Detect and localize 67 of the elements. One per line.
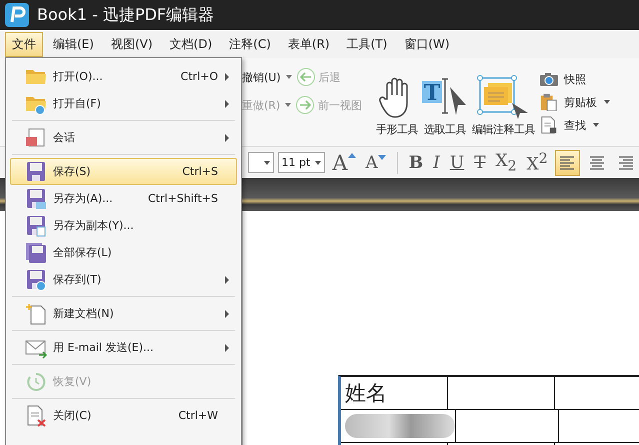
- submenu-arrow-icon: [225, 134, 229, 142]
- text-style-button[interactable]: U: [446, 152, 468, 172]
- menu-bar-item[interactable]: 窗口(W): [397, 32, 457, 56]
- window-title: Book1 - 迅捷PDF编辑器: [37, 4, 214, 26]
- text-style-button[interactable]: T: [471, 152, 489, 172]
- tool-button[interactable]: 手形工具: [376, 75, 418, 137]
- floppy-copy-icon: [25, 214, 47, 236]
- dropdown-arrow-icon: [604, 100, 610, 104]
- menu-bar-item[interactable]: 视图(V): [104, 32, 160, 56]
- dropdown-arrow-icon: [286, 75, 292, 79]
- clipboard-icon: [539, 93, 559, 111]
- submenu-arrow-icon: [225, 310, 229, 318]
- menu-bar-item[interactable]: 编辑(E): [46, 32, 101, 56]
- menu-bar-item[interactable]: 注释(C): [222, 32, 278, 56]
- ribbon-button[interactable]: 快照: [539, 70, 610, 88]
- floppy-icon: [25, 160, 47, 182]
- menu-bar-item[interactable]: 文档(D): [162, 32, 220, 56]
- menu-item[interactable]: 保存(S) Ctrl+S: [10, 158, 237, 185]
- chat-icon: [25, 126, 47, 148]
- restore-icon: [25, 370, 47, 392]
- submenu-arrow-icon: [225, 100, 229, 108]
- floppy-globe-icon: [25, 268, 47, 290]
- menu-item[interactable]: 保存到(T): [10, 266, 237, 293]
- text-style-button[interactable]: B: [406, 152, 426, 172]
- ribbon-button[interactable]: 撤销(U): [242, 70, 292, 84]
- shrink-font-button[interactable]: A: [362, 152, 389, 172]
- grow-font-button[interactable]: A: [329, 150, 359, 174]
- app-logo-icon: [5, 3, 29, 27]
- menu-item[interactable]: 另存为(A)... Ctrl+Shift+S: [10, 185, 237, 212]
- menu-item[interactable]: 新建文档(N): [10, 300, 237, 327]
- ribbon-button[interactable]: 剪贴板: [539, 93, 610, 111]
- close-doc-icon: [25, 404, 47, 426]
- menu-item[interactable]: 另存为副本(Y)...: [10, 212, 237, 239]
- align-icon: [559, 156, 576, 170]
- menu-item[interactable]: 用 E-mail 发送(E)...: [10, 334, 237, 361]
- align-icon: [618, 156, 634, 170]
- submenu-arrow-icon: [225, 72, 229, 80]
- find-icon: [539, 116, 559, 134]
- menu-item[interactable]: 全部保存(L): [10, 239, 237, 266]
- text-style-button[interactable]: I: [430, 152, 443, 172]
- text-style-button[interactable]: X$_{2}$: [492, 150, 520, 174]
- floppies-icon: [25, 242, 47, 264]
- submenu-arrow-icon: [225, 276, 229, 284]
- menu-item[interactable]: 关闭(C) Ctrl+W: [10, 402, 237, 429]
- align-icon: [588, 156, 605, 170]
- text-style-button[interactable]: X$^{2}$: [524, 150, 551, 174]
- tool-button[interactable]: T 选取工具: [420, 75, 470, 137]
- dropdown-arrow-icon: [593, 123, 599, 127]
- menu-item[interactable]: 会话: [10, 124, 237, 151]
- menu-item[interactable]: 打开自(F): [10, 90, 237, 117]
- menu-bar-item[interactable]: 文件: [5, 32, 43, 56]
- floppy-as-icon: [25, 188, 47, 210]
- ribbon-button[interactable]: 查找: [539, 116, 610, 134]
- menu-bar-item[interactable]: 工具(T): [340, 32, 394, 56]
- dropdown-arrow-icon: [285, 103, 292, 107]
- tool-button[interactable]: 编辑注释工具: [472, 75, 535, 137]
- dropdown-arrow-icon: [315, 160, 322, 164]
- font-dropdown[interactable]: [248, 152, 274, 173]
- menu-item[interactable]: 打开(O)... Ctrl+O: [10, 63, 237, 90]
- align-button[interactable]: [554, 150, 580, 176]
- camera-icon: [539, 70, 559, 88]
- font-size-dropdown[interactable]: 11 pt: [278, 152, 326, 173]
- table-cell-text: 姓名: [344, 380, 388, 407]
- submenu-arrow-icon: [225, 344, 229, 352]
- new-doc-icon: [25, 302, 47, 324]
- dropdown-arrow-icon: [264, 160, 270, 164]
- menu-bar-item[interactable]: 表单(R): [280, 32, 337, 56]
